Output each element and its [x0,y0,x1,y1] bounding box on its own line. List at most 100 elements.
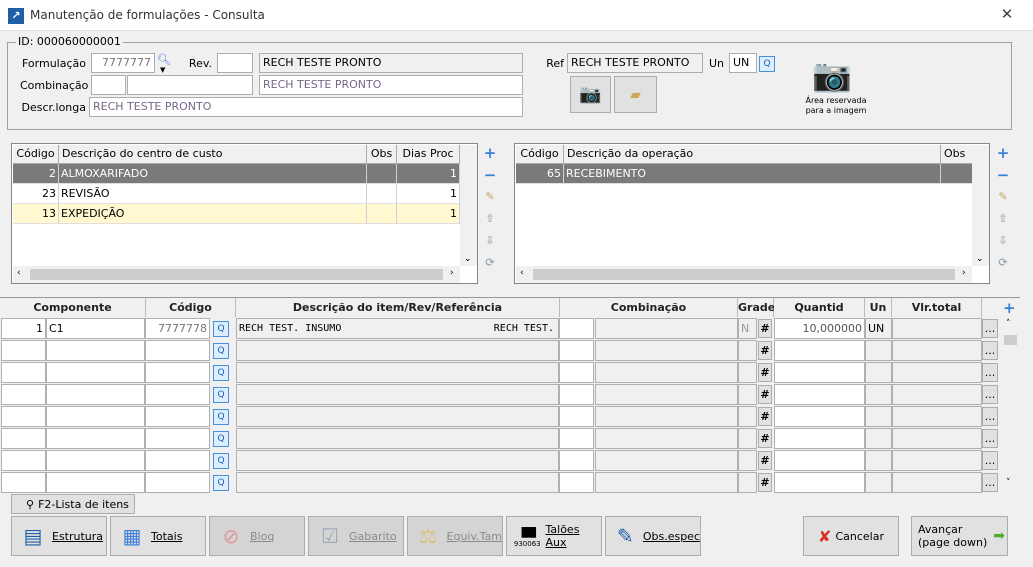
column-header[interactable]: Obs [941,145,973,164]
seq-input[interactable] [1,450,46,471]
combinacao-input[interactable] [559,318,594,339]
obs-espec-button[interactable]: ✎ Obs.espec [605,516,701,556]
item-search-icon[interactable]: Q [213,321,229,337]
combinacao-input[interactable] [559,472,594,493]
combinacao-input[interactable] [559,340,594,361]
totais-button[interactable]: ▦ Totais [110,516,206,556]
move-down-icon[interactable]: ⇩ [995,233,1011,249]
componente-input[interactable] [46,428,145,449]
un-search-icon[interactable]: Q [759,56,775,72]
more-button[interactable]: ... [982,407,998,426]
codigo-input[interactable]: 7777778 [145,318,210,339]
componente-input[interactable] [46,472,145,493]
dropdown-arrow-icon[interactable]: ▼ [160,66,165,74]
column-header[interactable]: Obs [367,145,397,164]
grade-button[interactable]: # [758,451,772,470]
column-header[interactable]: Grade [738,298,775,317]
quantidade-input[interactable]: 10,000000 [774,318,865,339]
column-header[interactable]: Vlr.total [892,298,982,317]
combinacao-code-input[interactable] [91,75,126,95]
tal-es-aux-button[interactable]: ▮▮▮ 930063 Talões Aux [506,516,602,556]
seq-input[interactable] [1,406,46,427]
quantidade-input[interactable] [774,406,865,427]
item-search-icon[interactable]: Q [213,343,229,359]
quantidade-input[interactable] [774,362,865,383]
componente-input[interactable] [46,450,145,471]
codigo-input[interactable] [145,340,210,361]
grade-button[interactable]: # [758,341,772,360]
refresh-icon[interactable]: ⟳ [482,255,498,271]
column-header[interactable]: Descrição do item/Rev/Referência [236,298,560,317]
column-header[interactable]: Código [13,145,59,164]
item-search-icon[interactable]: Q [213,431,229,447]
descr-longa-input[interactable]: RECH TESTE PRONTO [89,97,523,117]
combinacao-input[interactable] [559,362,594,383]
column-header[interactable]: Dias Proc [397,145,460,164]
codigo-input[interactable] [145,428,210,449]
column-header[interactable]: Descrição do centro de custo [59,145,367,164]
quantidade-input[interactable] [774,428,865,449]
column-header[interactable]: Un [865,298,892,317]
codigo-input[interactable] [145,362,210,383]
horizontal-scrollbar[interactable]: ‹ › [13,266,460,283]
rev-input[interactable] [217,53,253,73]
formulacao-input[interactable]: 7777777 [91,53,155,73]
grade-button[interactable]: # [758,407,772,426]
more-button[interactable]: ... [982,341,998,360]
vertical-scrollbar[interactable]: ⌄ [972,145,989,266]
grade-button[interactable]: # [758,429,772,448]
table-row[interactable]: 13 EXPEDIÇÃO 1 [13,204,460,224]
vertical-scrollbar[interactable]: ⌄ [460,145,477,266]
componente-input[interactable] [46,384,145,405]
seq-input[interactable] [1,384,46,405]
grade-button[interactable]: # [758,385,772,404]
quantidade-input[interactable] [774,384,865,405]
close-button[interactable]: ✕ [996,5,1018,25]
column-header[interactable]: Componente [0,298,146,317]
combinacao-code2-input[interactable] [127,75,253,95]
grade-button[interactable]: # [758,319,772,338]
item-search-icon[interactable]: Q [213,453,229,469]
move-down-icon[interactable]: ⇩ [482,233,498,249]
combinacao-input[interactable] [559,406,594,427]
combinacao-input[interactable] [559,428,594,449]
more-button[interactable]: ... [982,319,998,338]
move-up-icon[interactable]: ⇧ [995,211,1011,227]
column-header[interactable]: Combinação [560,298,738,317]
column-header[interactable]: Descrição da operação [564,145,941,164]
item-search-icon[interactable]: Q [213,365,229,381]
un-input[interactable]: UN [729,53,757,73]
column-header[interactable]: Código [146,298,236,317]
codigo-input[interactable] [145,384,210,405]
horizontal-scrollbar[interactable]: ‹ › [516,266,972,283]
seq-input[interactable]: 1 [1,318,46,339]
add-icon[interactable]: + [482,145,498,161]
capture-image-button[interactable]: 📷 [570,76,611,113]
column-header[interactable]: Código [516,145,564,164]
more-button[interactable]: ... [982,385,998,404]
componente-input[interactable]: C1 [46,318,145,339]
grade-button[interactable]: # [758,363,772,382]
refresh-icon[interactable]: ⟳ [995,255,1011,271]
edit-icon[interactable]: ✎ [482,189,498,205]
seq-input[interactable] [1,340,46,361]
table-row[interactable]: 2 ALMOXARIFADO 1 [13,164,460,184]
more-button[interactable]: ... [982,473,998,492]
table-row[interactable]: 23 REVISÃO 1 [13,184,460,204]
codigo-input[interactable] [145,472,210,493]
cancel-button[interactable]: ✘ Cancelar [803,516,899,556]
search-icon[interactable]: 🔍︎ [157,53,171,66]
edit-icon[interactable]: ✎ [995,189,1011,205]
table-row[interactable]: 65 RECEBIMENTO [516,164,973,184]
move-up-icon[interactable]: ⇧ [482,211,498,227]
quantidade-input[interactable] [774,450,865,471]
seq-input[interactable] [1,428,46,449]
grade-button[interactable]: # [758,473,772,492]
componente-input[interactable] [46,362,145,383]
estrutura-button[interactable]: ▤ Estrutura [11,516,107,556]
combinacao-input[interactable] [559,384,594,405]
componente-input[interactable] [46,406,145,427]
remove-icon[interactable]: − [995,167,1011,183]
seq-input[interactable] [1,472,46,493]
codigo-input[interactable] [145,450,210,471]
